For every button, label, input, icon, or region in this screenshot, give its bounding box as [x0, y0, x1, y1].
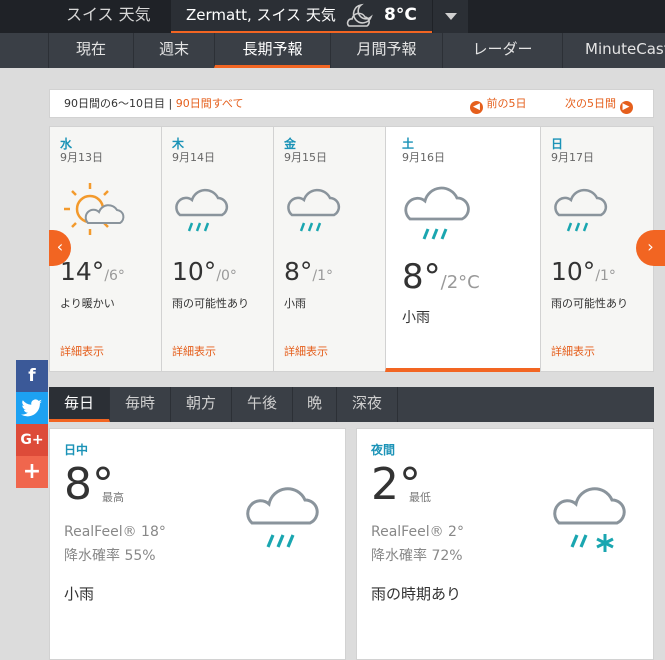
forecast-nav: 現在 週末 長期予報 月間予報 レーダー MinuteCast	[0, 33, 665, 68]
next-day-arrow[interactable]: ›	[636, 230, 665, 266]
nav-minutecast[interactable]: MinuteCast	[562, 33, 665, 68]
facebook-icon[interactable]: f	[16, 360, 48, 392]
share-plus-icon[interactable]: +	[16, 456, 48, 488]
day-date: 9月15日	[284, 151, 327, 164]
prev-label: 前の5日	[486, 97, 527, 110]
period-tabs: 毎日 毎時 朝方 午後 晩 深夜	[49, 387, 654, 422]
day-high: 14°/6°	[60, 257, 125, 286]
precip-chance: 降水確率 55%	[64, 548, 156, 564]
cloud-rain-icon	[404, 186, 470, 240]
realfeel: RealFeel® 2°	[371, 524, 464, 540]
tab-morning[interactable]: 朝方	[171, 387, 232, 422]
day-high: 8°/2°C	[402, 257, 480, 297]
cloud-rain-icon	[287, 188, 341, 232]
range-info: 90日間の6〜10日目 | 90日間すべて	[64, 90, 244, 117]
low-temp: /0°	[216, 268, 237, 284]
daytime-panel: 日中 8° 最高 RealFeel® 18° 降水確率 55% 小雨	[49, 428, 346, 660]
twitter-bird-icon	[21, 399, 43, 417]
range-separator: |	[165, 97, 176, 110]
high-temp: 10°	[551, 257, 596, 286]
day-high: 8°/1°	[284, 257, 333, 286]
low-temp: /2°C	[440, 272, 480, 293]
nav-now[interactable]: 現在	[48, 33, 133, 68]
cloud-rain-icon	[554, 188, 608, 232]
panel-phrase: 雨の時期あり	[371, 585, 462, 603]
low-temp: /6°	[104, 268, 125, 284]
next-5-days-link[interactable]: 次の5日間 ▶	[565, 90, 633, 117]
tab-evening[interactable]: 晩	[293, 387, 337, 422]
nighttime-panel: 夜間 2° 最低 RealFeel® 2° 降水確率 72% 雨の時期あり	[356, 428, 654, 660]
cloud-rain-icon	[175, 188, 229, 232]
panel-sub: 最高	[102, 491, 124, 504]
day-phrase: 小雨	[284, 297, 306, 310]
high-temp: 8°	[284, 257, 313, 286]
nav-monthly[interactable]: 月間予報	[330, 33, 442, 68]
sun-cloud-icon	[64, 183, 125, 235]
details-link[interactable]: 詳細表示	[172, 343, 216, 359]
moon-cloud-icon	[346, 3, 373, 27]
location-dropdown-button[interactable]	[432, 0, 468, 33]
cloud-rain-snow-icon	[553, 487, 626, 552]
twitter-icon[interactable]	[16, 392, 48, 424]
day-phrase: 雨の可能性あり	[172, 297, 249, 310]
top-bar: スイス 天気 Zermatt, スイス 天気 8°C	[0, 0, 665, 33]
day-date: 9月13日	[60, 151, 103, 164]
realfeel: RealFeel® 18°	[64, 524, 166, 540]
arrow-left-icon: ◀	[470, 101, 483, 114]
day-card[interactable]: 木 9月14日 10°/0° 雨の可能性あり 詳細表示	[161, 126, 274, 372]
next-label: 次の5日間	[565, 97, 616, 110]
chevron-right-icon: ›	[647, 237, 654, 256]
high-temp: 10°	[172, 257, 217, 286]
tab-overnight[interactable]: 深夜	[337, 387, 398, 422]
range-bar: 90日間の6〜10日目 | 90日間すべて ◀ 前の5日 次の5日間 ▶	[49, 89, 654, 118]
chevron-down-icon	[445, 13, 457, 20]
details-link[interactable]: 詳細表示	[284, 343, 328, 359]
day-date: 9月14日	[172, 151, 215, 164]
nav-weekend[interactable]: 週末	[133, 33, 214, 68]
day-date: 9月16日	[402, 151, 445, 164]
day-phrase: 小雨	[402, 310, 430, 326]
location-name: Zermatt, スイス 天気	[186, 6, 336, 24]
day-high: 10°/1°	[551, 257, 616, 286]
details-link[interactable]: 詳細表示	[551, 343, 595, 359]
google-plus-icon[interactable]: G+	[16, 424, 48, 456]
nav-extended[interactable]: 長期予報	[214, 33, 330, 68]
day-high: 10°/0°	[172, 257, 237, 286]
panel-label: 日中	[64, 443, 89, 457]
chevron-left-icon: ‹	[56, 237, 64, 256]
day-phrase: より暖かい	[60, 297, 115, 310]
panel-phrase: 小雨	[64, 585, 95, 603]
cloud-rain-icon	[246, 487, 319, 548]
arrow-right-icon: ▶	[619, 101, 633, 114]
tab-afternoon[interactable]: 午後	[232, 387, 293, 422]
panel-label: 夜間	[371, 443, 396, 457]
precip-chance: 降水確率 72%	[371, 548, 463, 564]
country-link[interactable]: スイス 天気	[48, 0, 171, 33]
range-label: 90日間の6〜10日目	[64, 97, 165, 110]
day-phrase: 雨の可能性あり	[551, 297, 628, 310]
low-temp: /1°	[595, 268, 616, 284]
day-card[interactable]: 金 9月15日 8°/1° 小雨 詳細表示	[273, 126, 386, 372]
details-link[interactable]: 詳細表示	[60, 343, 104, 359]
nav-radar[interactable]: レーダー	[442, 33, 562, 68]
day-date: 9月17日	[551, 151, 594, 164]
tab-daily[interactable]: 毎日	[49, 387, 110, 422]
all-90-days-link[interactable]: 90日間すべて	[176, 97, 244, 110]
panel-sub: 最低	[409, 491, 431, 504]
day-card-selected[interactable]: 土 9月16日 8°/2°C 小雨	[385, 126, 541, 372]
tab-hourly[interactable]: 毎時	[110, 387, 171, 422]
low-temp: /1°	[312, 268, 334, 284]
prev-5-days-link[interactable]: ◀ 前の5日	[470, 90, 527, 117]
high-temp: 8°	[402, 257, 441, 297]
current-temp: 8°C	[384, 5, 417, 25]
high-temp: 14°	[60, 257, 105, 286]
